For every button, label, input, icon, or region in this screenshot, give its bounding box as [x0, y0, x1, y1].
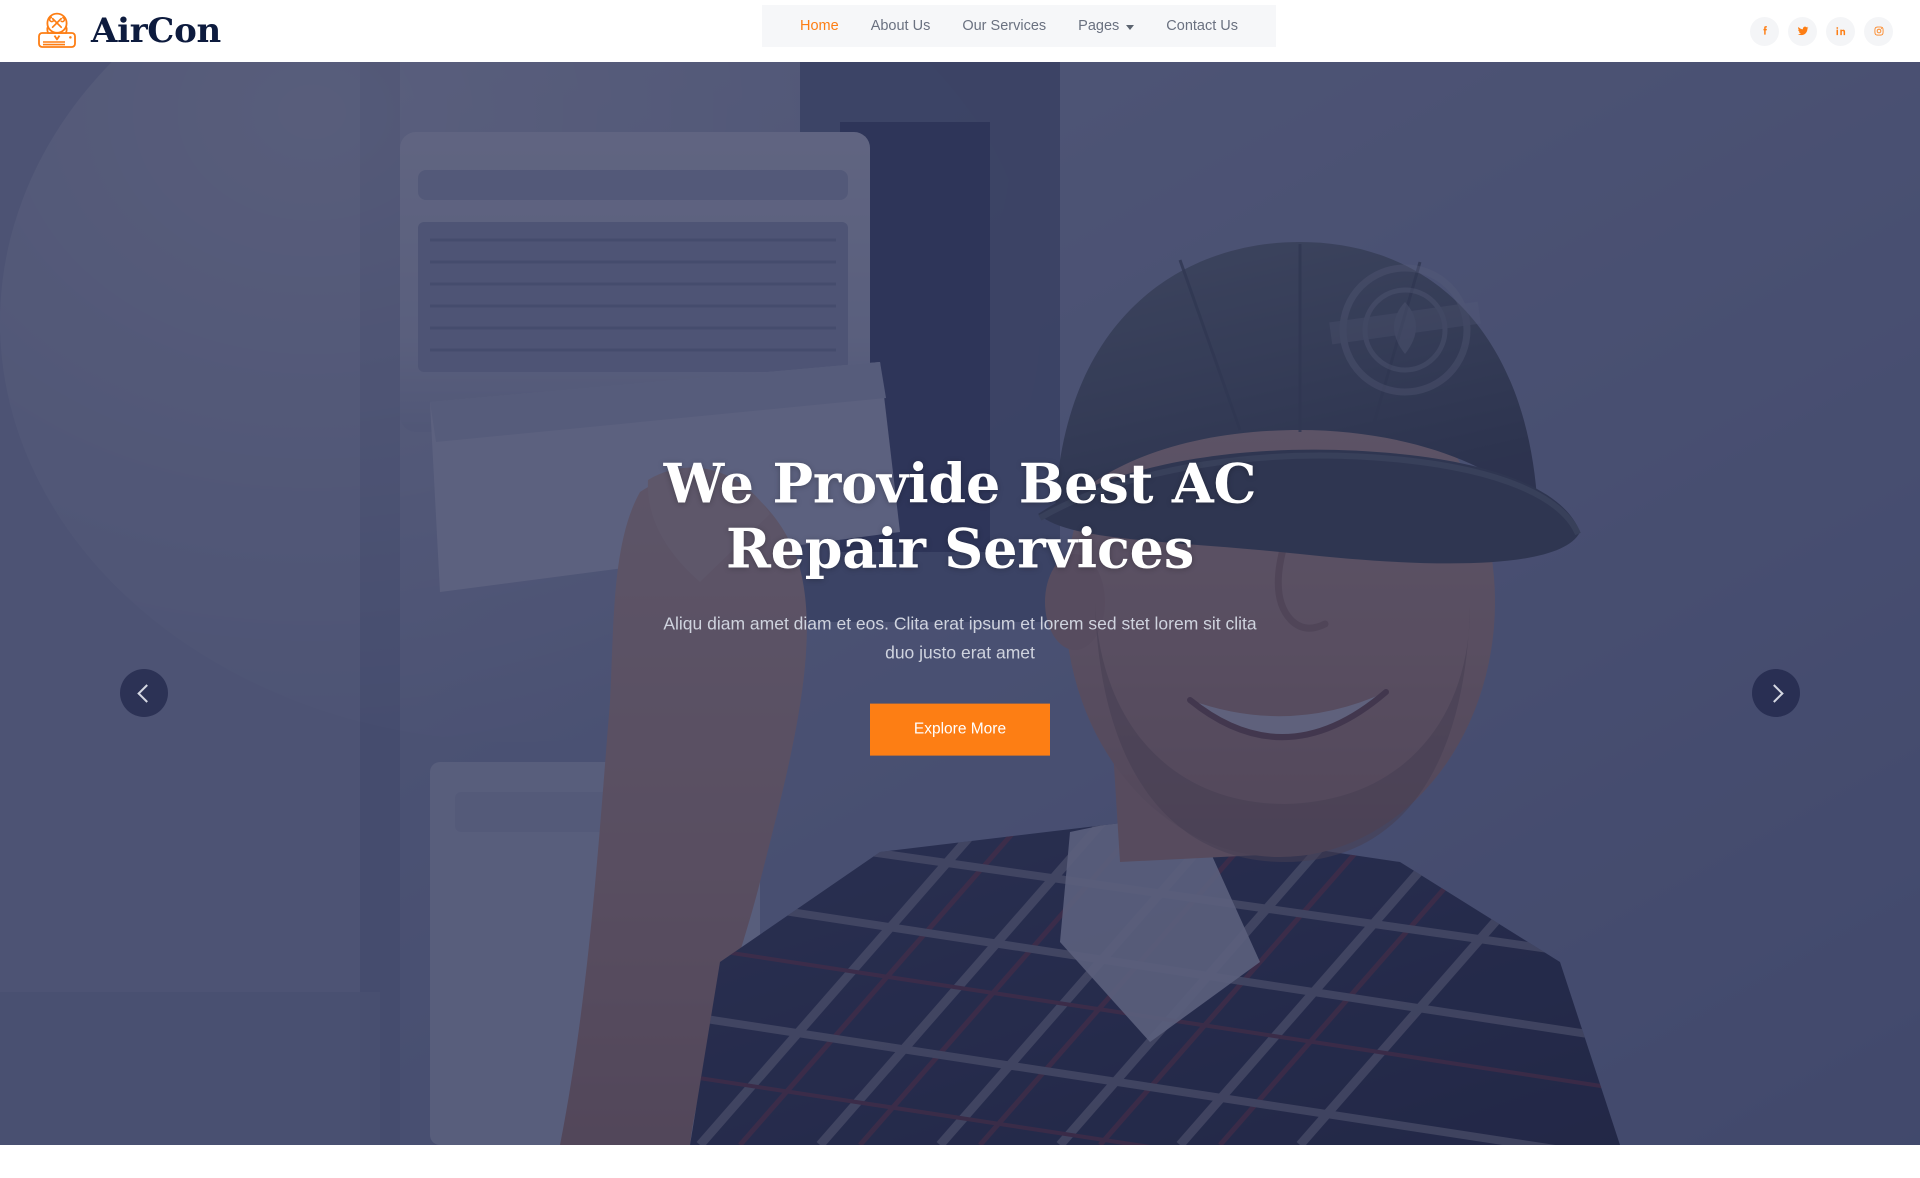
social-link-linkedin[interactable] [1826, 16, 1855, 46]
nav-item-pages-label: Pages [1078, 18, 1120, 34]
hero-title: We Provide Best AC Repair Services [663, 451, 1257, 581]
explore-more-button[interactable]: Explore More [869, 703, 1051, 756]
twitter-icon [1796, 24, 1810, 38]
carousel-next-button[interactable] [1752, 669, 1800, 717]
social-link-instagram[interactable] [1864, 16, 1893, 46]
linkedin-icon [1834, 24, 1848, 38]
instagram-icon [1872, 24, 1886, 38]
site-header: AirCon Home About Us Our Services Pages … [0, 0, 1920, 62]
chevron-left-icon [136, 683, 156, 703]
hero-carousel: We Provide Best AC Repair Services Aliqu… [0, 62, 1920, 1145]
social-link-twitter[interactable] [1788, 16, 1817, 46]
social-link-facebook[interactable] [1750, 16, 1779, 46]
hero-subtitle: Aliqu diam amet diam et eos. Clita erat … [663, 613, 1257, 663]
carousel-prev-button[interactable] [120, 669, 168, 717]
nav-item-our-services-label: Our Services [962, 18, 1047, 34]
main-navigation: Home About Us Our Services Pages Contact… [762, 5, 1277, 47]
nav-item-home-label: Home [800, 18, 839, 34]
nav-item-contact-us-label: Contact Us [1166, 18, 1239, 34]
chevron-down-icon [1126, 24, 1135, 30]
nav-item-about-us-label: About Us [870, 18, 931, 34]
chevron-right-icon [1764, 683, 1784, 703]
nav-item-our-services[interactable]: Our Services [946, 5, 1062, 47]
brand-name: AirCon [91, 11, 221, 51]
ac-unit-repair-icon [34, 10, 80, 52]
nav-item-about-us[interactable]: About Us [855, 5, 947, 47]
social-links [1750, 0, 1893, 62]
page-bottom-spacer [0, 1145, 1920, 1178]
hero-content: We Provide Best AC Repair Services Aliqu… [0, 451, 1920, 756]
nav-item-contact-us[interactable]: Contact Us [1150, 5, 1254, 47]
nav-item-pages[interactable]: Pages [1062, 5, 1150, 47]
facebook-icon [1758, 24, 1772, 38]
brand-logo-link[interactable]: AirCon [34, 10, 221, 52]
nav-item-home[interactable]: Home [784, 5, 855, 47]
